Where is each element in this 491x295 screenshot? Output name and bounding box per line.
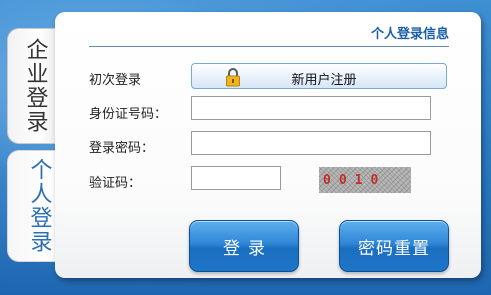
first-login-label: 初次登录 bbox=[89, 73, 142, 88]
title-divider bbox=[89, 46, 449, 47]
password-reset-button-label: 密码重置 bbox=[358, 238, 430, 259]
password-label: 登录密码： bbox=[89, 141, 155, 156]
captcha-text: 0010 bbox=[323, 172, 387, 188]
captcha-image[interactable]: 0010 bbox=[319, 167, 411, 193]
tab-company-label: 企业登录 bbox=[22, 38, 48, 134]
login-button-label: 登录 bbox=[223, 238, 273, 259]
login-button[interactable]: 登录 bbox=[189, 220, 299, 272]
password-reset-button[interactable]: 密码重置 bbox=[339, 220, 449, 272]
id-number-label: 身份证号码： bbox=[89, 107, 168, 122]
captcha-label: 验证码： bbox=[89, 176, 142, 191]
panel-title: 个人登录信息 bbox=[370, 27, 449, 42]
register-button-label: 新用户注册 bbox=[291, 73, 357, 88]
tab-personal-label: 个人登录 bbox=[26, 158, 52, 254]
login-panel: 个人登录信息 初次登录 新用户注册 身份证号码： 登录密码： 验证码： 0010… bbox=[55, 12, 481, 278]
password-input[interactable] bbox=[191, 131, 431, 155]
id-number-input[interactable] bbox=[191, 96, 431, 120]
captcha-input[interactable] bbox=[191, 166, 281, 190]
register-button[interactable]: 新用户注册 bbox=[191, 63, 447, 89]
